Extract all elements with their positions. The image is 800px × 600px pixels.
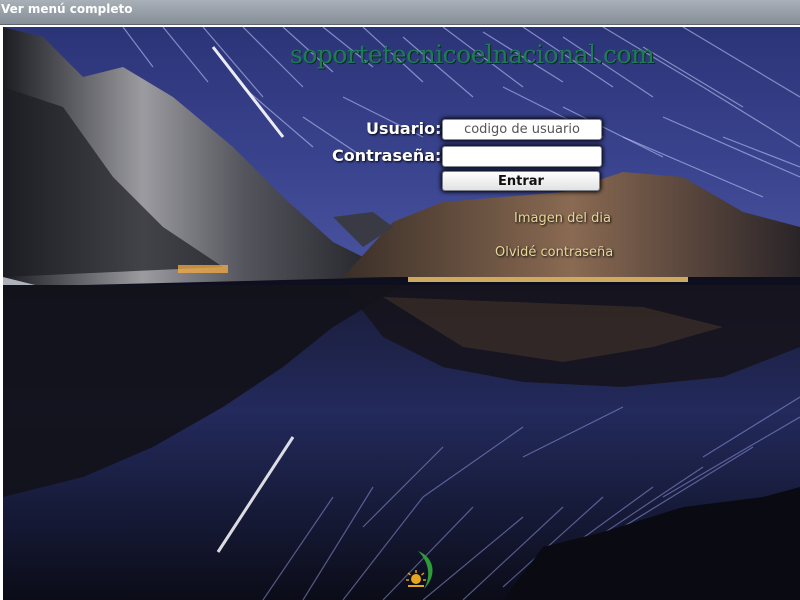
image-of-day-link[interactable]: Imagen del dia: [514, 211, 611, 226]
password-input[interactable]: [442, 146, 602, 167]
top-menu-bar: Ver menú completo: [0, 0, 800, 25]
login-submit-button[interactable]: Entrar: [442, 171, 600, 191]
user-label: Usuario:: [366, 119, 442, 138]
password-label: Contraseña:: [332, 146, 442, 165]
logo-graphic: [406, 551, 433, 589]
night-lake-photo: [3, 27, 800, 600]
user-input[interactable]: [442, 119, 602, 140]
forgot-password-link[interactable]: Olvidé contraseña: [495, 245, 613, 260]
background-photo: [3, 27, 800, 600]
sun-leaf-logo-icon: [404, 549, 438, 591]
full-menu-link[interactable]: Ver menú completo: [1, 2, 132, 16]
site-domain-title: soportetecnicoelnacional.com: [290, 40, 655, 69]
